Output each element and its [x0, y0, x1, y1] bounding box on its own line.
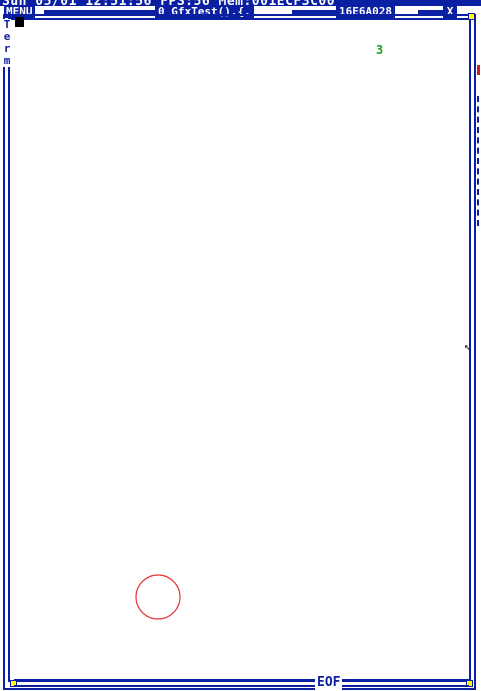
red-circle: [135, 574, 181, 620]
bottom-border: [14, 679, 469, 687]
eof-marker: EOF: [315, 675, 343, 691]
terminal-window: Sun 05/01 12:51:56 FPS:56 Mem:001ECF3C00…: [0, 0, 481, 691]
graphics-canvas: [135, 574, 181, 620]
